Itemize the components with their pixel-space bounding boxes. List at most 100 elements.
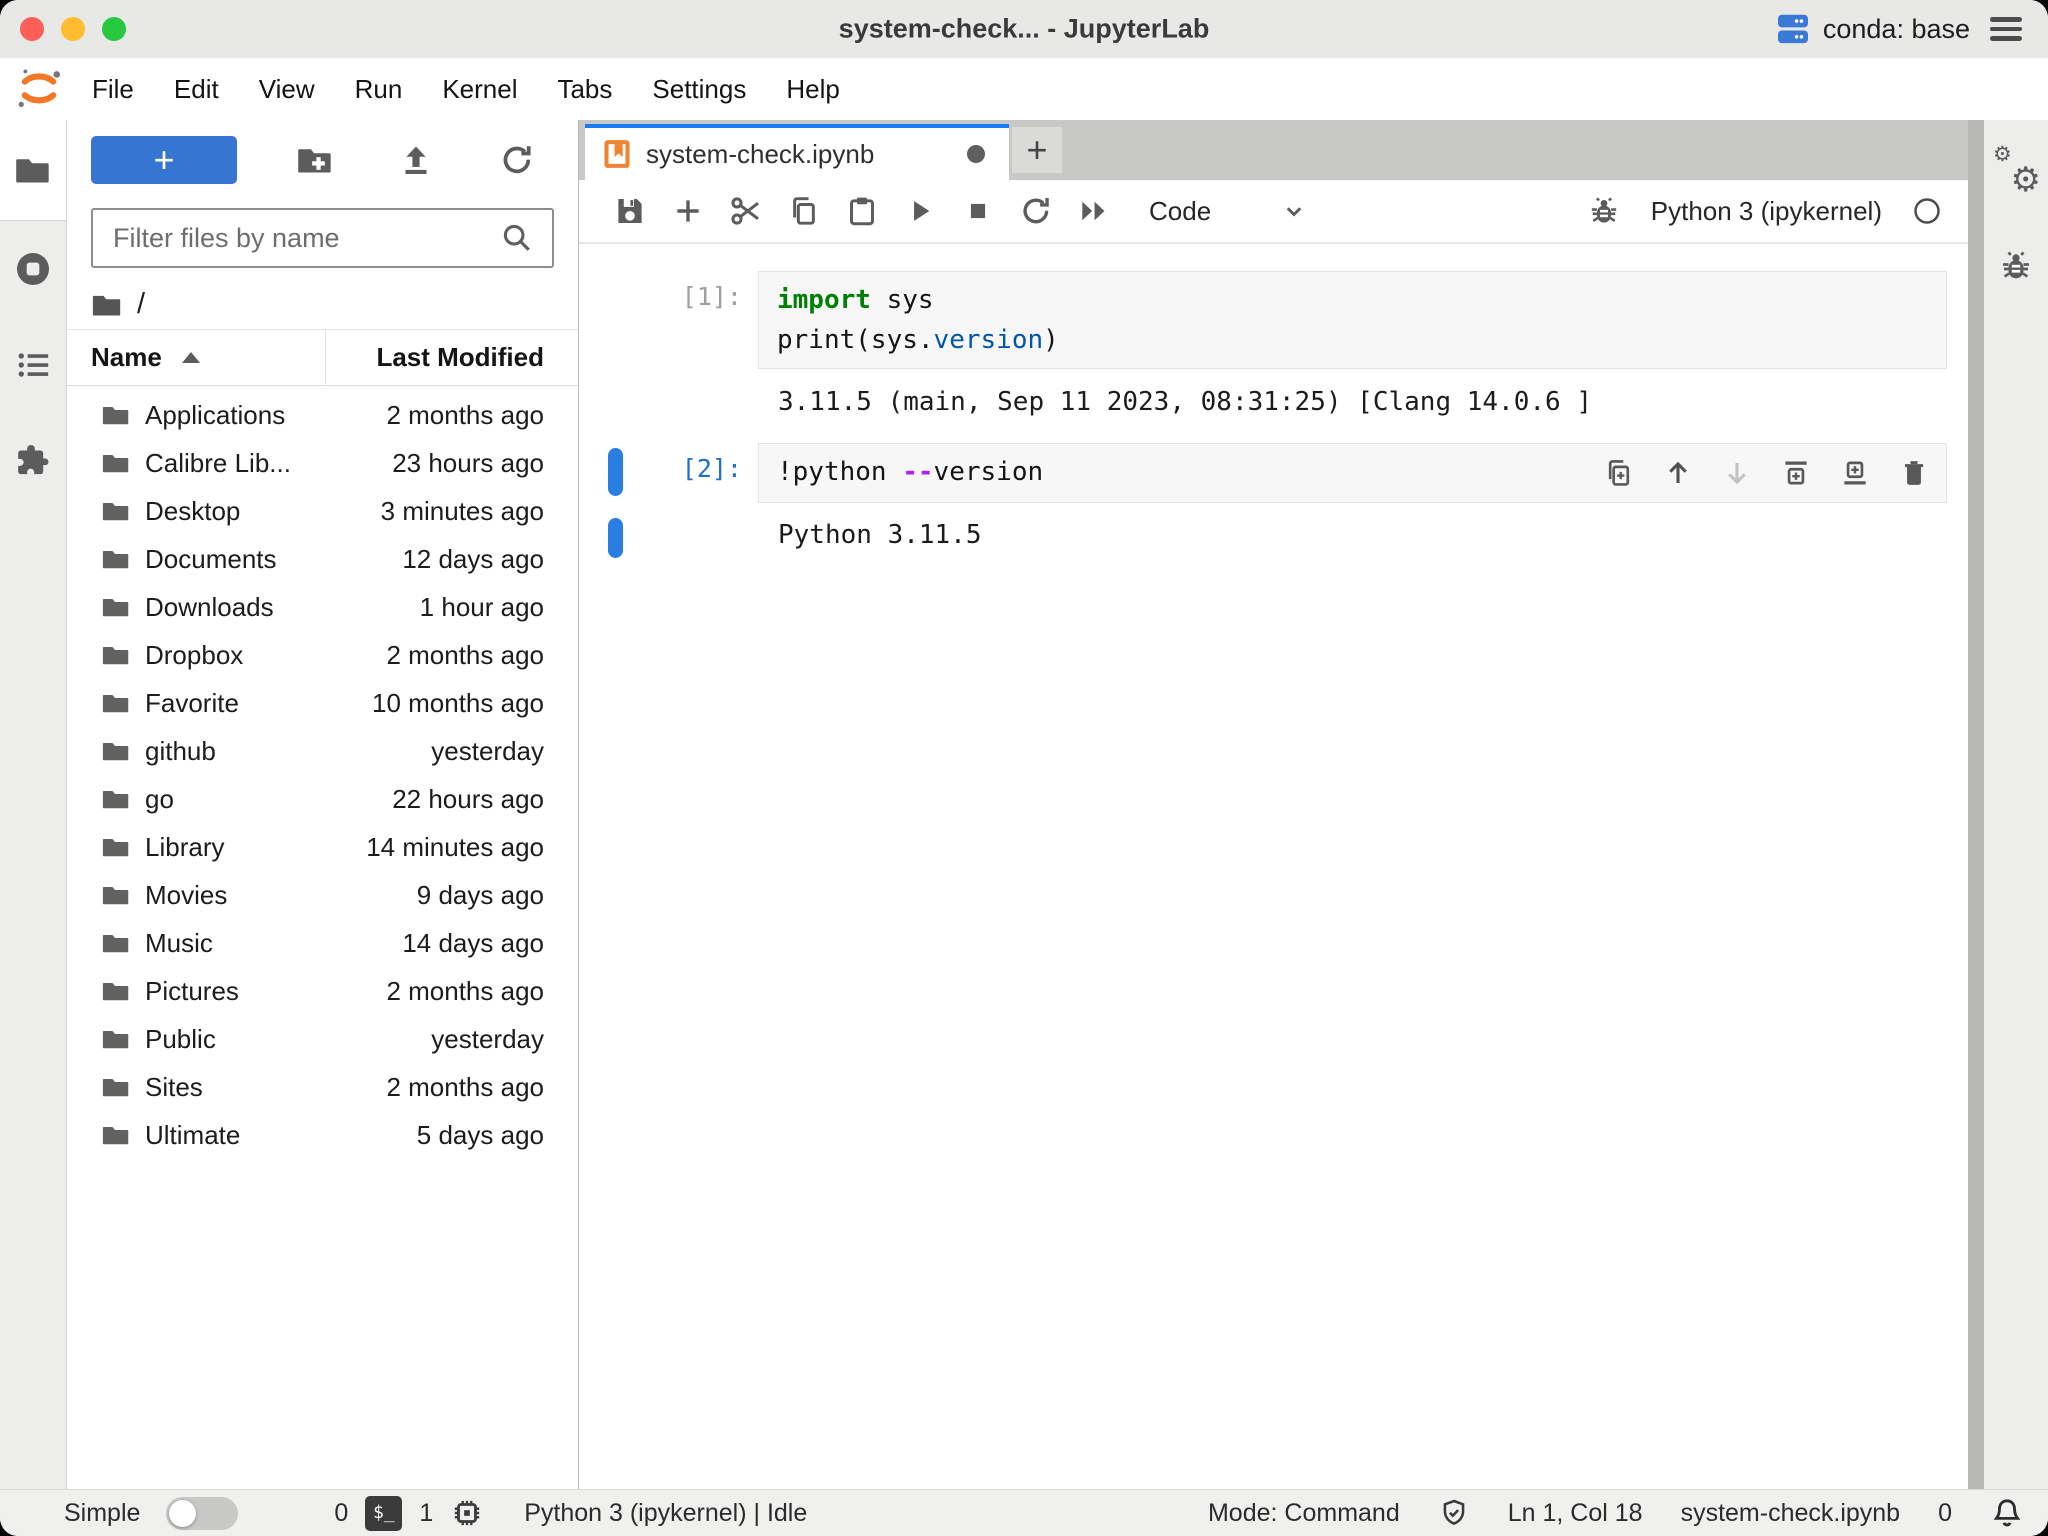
file-name: Documents <box>131 544 402 575</box>
cell-type-dropdown[interactable]: Code <box>1149 196 1309 227</box>
file-row[interactable]: Library 14 minutes ago <box>67 823 578 871</box>
menu-item[interactable]: Help <box>766 74 859 105</box>
file-name: Dropbox <box>131 640 386 671</box>
notebook-scrollbar[interactable] <box>1968 120 1984 1489</box>
insert-cell-below-button[interactable] <box>1839 457 1871 489</box>
insert-cell-button[interactable] <box>659 188 717 234</box>
file-row[interactable]: go 22 hours ago <box>67 775 578 823</box>
cell-1-output: 3.11.5 (main, Sep 11 2023, 08:31:25) [Cl… <box>579 385 1968 419</box>
sidebar-tab-debugger[interactable] <box>1998 248 2034 284</box>
file-row[interactable]: Favorite 10 months ago <box>67 679 578 727</box>
bell-icon[interactable] <box>1990 1496 2024 1530</box>
debugger-toggle-button[interactable] <box>1587 194 1621 228</box>
menu-item[interactable]: Settings <box>632 74 766 105</box>
upload-icon <box>398 142 434 178</box>
move-cell-down-button[interactable] <box>1721 457 1753 489</box>
file-row[interactable]: Pictures 2 months ago <box>67 967 578 1015</box>
new-launcher-button[interactable]: + <box>91 136 237 184</box>
menu-item[interactable]: File <box>72 74 154 105</box>
insert-above-icon <box>1780 457 1812 489</box>
cursor-position[interactable]: Ln 1, Col 18 <box>1508 1499 1643 1528</box>
menu-item[interactable]: Tabs <box>537 74 632 105</box>
code-cell-1: [1]: import sysprint(sys.version) <box>579 271 1947 369</box>
conda-env-badge[interactable]: conda: base <box>1775 12 1970 46</box>
cell-type-value: Code <box>1149 196 1211 227</box>
insert-below-icon <box>1839 457 1871 489</box>
menu-item[interactable]: View <box>239 74 335 105</box>
simple-mode-toggle[interactable] <box>166 1497 238 1530</box>
tab-bar: system-check.ipynb + <box>579 120 1968 180</box>
new-tab-button[interactable]: + <box>1012 127 1062 173</box>
file-name: Public <box>131 1024 431 1055</box>
running-sessions-indicator[interactable]: 0 $_ 1 <box>334 1496 484 1531</box>
save-button[interactable] <box>601 188 659 234</box>
duplicate-cell-button[interactable] <box>1603 457 1635 489</box>
run-cell-button[interactable] <box>891 188 949 234</box>
column-header-modified[interactable]: Last Modified <box>325 330 578 385</box>
run-all-icon <box>1076 193 1112 229</box>
cell-1-input[interactable]: import sysprint(sys.version) <box>758 271 1947 369</box>
kernel-name[interactable]: Python 3 (ipykernel) <box>1651 196 1882 227</box>
zoom-window-button[interactable] <box>102 17 126 41</box>
cell-2-input-collapser[interactable] <box>608 448 623 496</box>
file-modified: 22 hours ago <box>392 784 578 815</box>
file-modified: 2 months ago <box>386 640 578 671</box>
cell-toolbar <box>1603 457 1930 489</box>
file-row[interactable]: Applications 2 months ago <box>67 391 578 439</box>
right-sidebar: ⚙ ⚙ <box>1984 120 2048 1489</box>
save-icon <box>613 194 647 228</box>
file-modified: 23 hours ago <box>392 448 578 479</box>
file-row[interactable]: Ultimate 5 days ago <box>67 1111 578 1159</box>
menu-item[interactable]: Kernel <box>422 74 537 105</box>
file-row[interactable]: Desktop 3 minutes ago <box>67 487 578 535</box>
copy-cells-button[interactable] <box>775 188 833 234</box>
move-cell-up-button[interactable] <box>1662 457 1694 489</box>
folder-icon <box>14 151 52 189</box>
minimize-window-button[interactable] <box>61 17 85 41</box>
file-name: Ultimate <box>131 1120 417 1151</box>
file-list: Applications 2 months ago Calibre Lib...… <box>67 386 578 1489</box>
file-row[interactable]: Dropbox 2 months ago <box>67 631 578 679</box>
sidebar-tab-extensions[interactable] <box>0 413 66 509</box>
file-row[interactable]: Downloads 1 hour ago <box>67 583 578 631</box>
hamburger-menu-icon[interactable] <box>1990 17 2022 41</box>
insert-cell-above-button[interactable] <box>1780 457 1812 489</box>
close-window-button[interactable] <box>20 17 44 41</box>
sidebar-tab-table-of-contents[interactable] <box>0 317 66 413</box>
file-row[interactable]: Movies 9 days ago <box>67 871 578 919</box>
restart-run-all-button[interactable] <box>1065 188 1123 234</box>
file-row[interactable]: Music 14 days ago <box>67 919 578 967</box>
folder-icon <box>101 880 131 910</box>
file-modified: 2 months ago <box>386 1072 578 1103</box>
cell-2-output-collapser[interactable] <box>608 518 623 558</box>
status-bar: Simple 0 $_ 1 Python 3 (ipykernel) | Idl… <box>0 1489 2048 1536</box>
column-header-name[interactable]: Name <box>67 330 325 385</box>
menu-item[interactable]: Run <box>335 74 423 105</box>
restart-kernel-button[interactable] <box>1007 188 1065 234</box>
sidebar-tab-file-browser[interactable] <box>0 120 66 221</box>
cell-2-input[interactable]: !python --version <box>758 443 1947 503</box>
kernel-status-text[interactable]: Python 3 (ipykernel) | Idle <box>524 1499 807 1528</box>
paste-cells-button[interactable] <box>833 188 891 234</box>
folder-icon <box>101 928 131 958</box>
file-row[interactable]: Public yesterday <box>67 1015 578 1063</box>
file-row[interactable]: Sites 2 months ago <box>67 1063 578 1111</box>
sidebar-tab-property-inspector[interactable]: ⚙ ⚙ <box>1993 150 2039 196</box>
cut-cells-button[interactable] <box>717 188 775 234</box>
refresh-button[interactable] <box>494 137 540 183</box>
menu-item[interactable]: Edit <box>154 74 239 105</box>
home-folder-icon[interactable] <box>91 289 123 321</box>
file-row[interactable]: Documents 12 days ago <box>67 535 578 583</box>
new-folder-button[interactable] <box>292 137 338 183</box>
bug-icon <box>1998 248 2034 284</box>
filter-files-input[interactable] <box>111 222 500 255</box>
breadcrumb-root[interactable]: / <box>137 288 145 321</box>
sidebar-tab-running-sessions[interactable] <box>0 221 66 317</box>
cell-2-output-text: Python 3.11.5 <box>758 518 982 552</box>
tab-system-check[interactable]: system-check.ipynb <box>585 124 1009 180</box>
delete-cell-button[interactable] <box>1898 457 1930 489</box>
file-row[interactable]: Calibre Lib... 23 hours ago <box>67 439 578 487</box>
upload-button[interactable] <box>393 137 439 183</box>
interrupt-kernel-button[interactable] <box>949 188 1007 234</box>
file-row[interactable]: github yesterday <box>67 727 578 775</box>
